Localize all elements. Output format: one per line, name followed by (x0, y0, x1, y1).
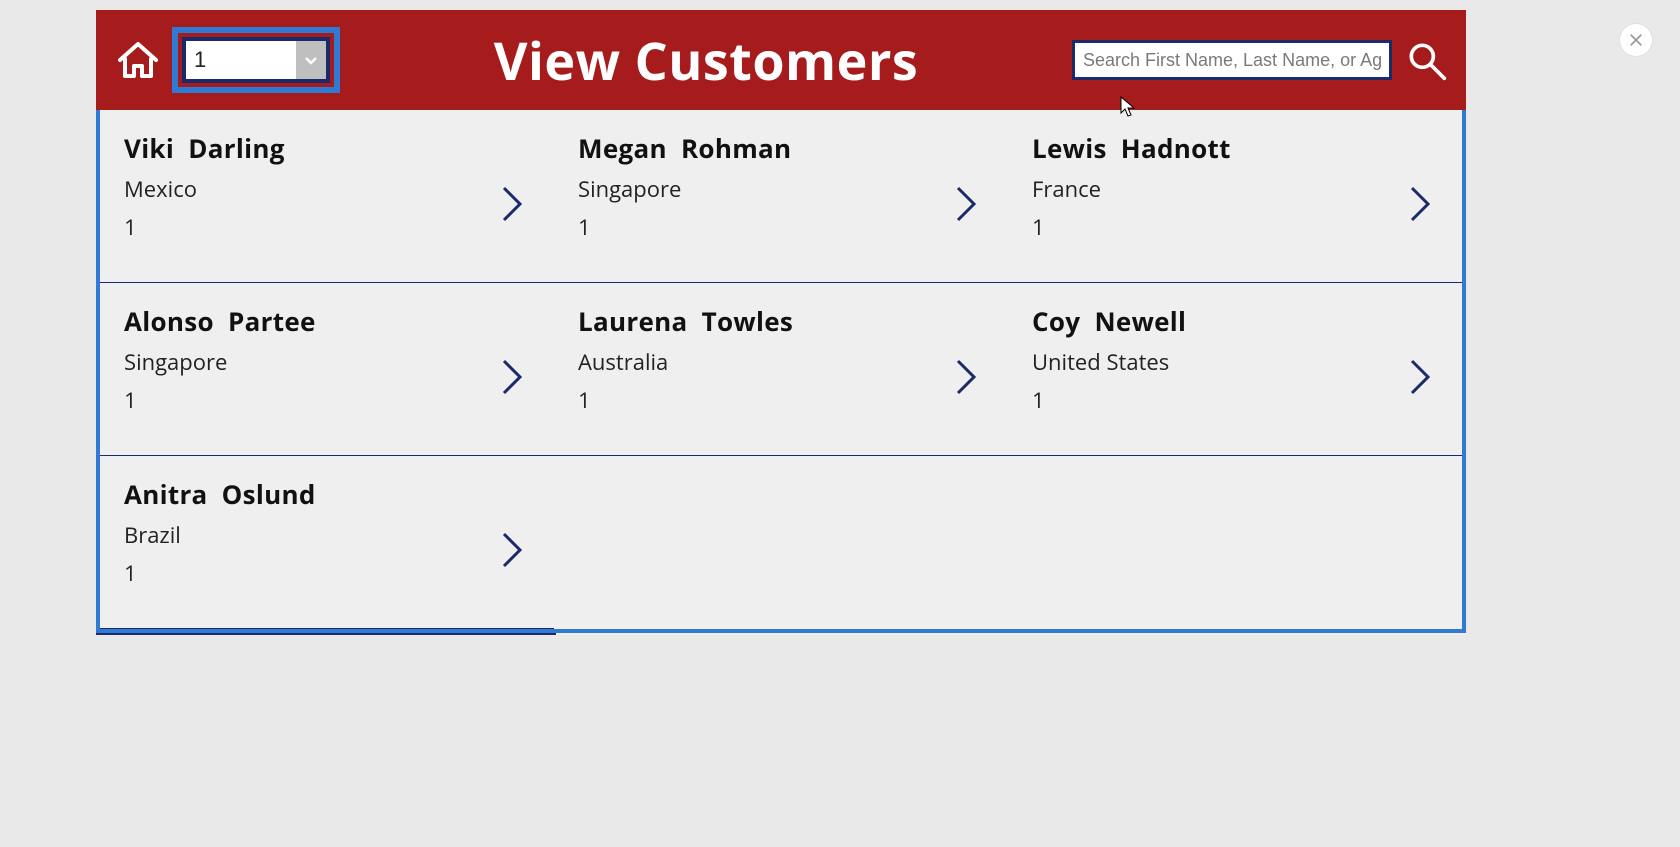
customer-first-name: Alonso (124, 303, 214, 339)
customer-name: Lewis Hadnott (1032, 130, 1438, 166)
customer-card[interactable]: Coy Newell United States 1 (1008, 283, 1462, 456)
customer-card[interactable]: Megan Rohman Singapore 1 (554, 110, 1008, 283)
header-bar: View Customers (96, 10, 1466, 110)
home-button[interactable] (114, 36, 162, 84)
search-icon (1404, 38, 1448, 82)
customer-last-name: Rohman (681, 130, 791, 166)
search-input[interactable] (1072, 40, 1392, 80)
customer-number: 1 (578, 212, 984, 242)
customer-first-name: Lewis (1032, 130, 1107, 166)
customer-number: 1 (578, 385, 984, 415)
customer-first-name: Coy (1032, 303, 1080, 339)
customer-first-name: Viki (124, 130, 174, 166)
page-selector-highlight (172, 27, 340, 93)
customer-number: 1 (124, 212, 530, 242)
chevron-down-icon (303, 52, 319, 68)
customer-country: United States (1032, 347, 1438, 377)
customer-last-name: Newell (1094, 303, 1186, 339)
customer-card[interactable]: Viki Darling Mexico 1 (100, 110, 554, 283)
customer-first-name: Megan (578, 130, 667, 166)
open-customer-arrow[interactable] (952, 357, 980, 397)
customer-last-name: Darling (188, 130, 285, 166)
open-customer-arrow[interactable] (1406, 184, 1434, 224)
chevron-right-icon (1406, 184, 1434, 224)
page-dropdown-button[interactable] (296, 41, 326, 79)
open-customer-arrow[interactable] (498, 357, 526, 397)
close-icon (1629, 33, 1643, 47)
customer-grid-highlight: Viki Darling Mexico 1 Megan Rohman Singapore… (96, 110, 1466, 633)
customer-name: Viki Darling (124, 130, 530, 166)
customer-name: Coy Newell (1032, 303, 1438, 339)
customer-country: Mexico (124, 174, 530, 204)
page-title: View Customers (340, 25, 1072, 96)
chevron-right-icon (952, 184, 980, 224)
customer-number: 1 (1032, 385, 1438, 415)
page-number-input[interactable] (186, 41, 296, 79)
chevron-right-icon (498, 357, 526, 397)
customer-first-name: Laurena (578, 303, 688, 339)
customer-last-name: Hadnott (1121, 130, 1231, 166)
page-selector[interactable] (186, 41, 326, 79)
customer-country: Brazil (124, 520, 530, 550)
chevron-right-icon (498, 184, 526, 224)
customer-number: 1 (124, 558, 530, 588)
customer-name: Anitra Oslund (124, 476, 530, 512)
customer-card[interactable]: Lewis Hadnott France 1 (1008, 110, 1462, 283)
close-button[interactable] (1620, 24, 1652, 56)
customer-country: Singapore (578, 174, 984, 204)
chevron-right-icon (1406, 357, 1434, 397)
customer-grid: Viki Darling Mexico 1 Megan Rohman Singapore… (100, 110, 1462, 629)
search-area (1072, 38, 1448, 82)
app-window: View Customers Viki DarlingMexico1Megan … (96, 10, 1466, 635)
customer-last-name: Partee (228, 303, 316, 339)
home-icon (114, 36, 162, 84)
footer-divider (96, 633, 556, 635)
customer-number: 1 (1032, 212, 1438, 242)
customer-last-name: Oslund (222, 476, 316, 512)
customer-name: Laurena Towles (578, 303, 984, 339)
open-customer-arrow[interactable] (498, 530, 526, 570)
customer-number: 1 (124, 385, 530, 415)
chevron-right-icon (498, 530, 526, 570)
customer-country: France (1032, 174, 1438, 204)
customer-first-name: Anitra (124, 476, 208, 512)
customer-card[interactable]: Alonso Partee Singapore 1 (100, 283, 554, 456)
customer-country: Australia (578, 347, 984, 377)
customer-country: Singapore (124, 347, 530, 377)
search-button[interactable] (1404, 38, 1448, 82)
open-customer-arrow[interactable] (952, 184, 980, 224)
customer-card[interactable]: Laurena Towles Australia 1 (554, 283, 1008, 456)
customer-name: Alonso Partee (124, 303, 530, 339)
customer-last-name: Towles (702, 303, 793, 339)
open-customer-arrow[interactable] (1406, 357, 1434, 397)
customer-card[interactable]: Anitra Oslund Brazil 1 (100, 456, 554, 629)
customer-name: Megan Rohman (578, 130, 984, 166)
chevron-right-icon (952, 357, 980, 397)
page-selector-frame (182, 37, 330, 83)
open-customer-arrow[interactable] (498, 184, 526, 224)
